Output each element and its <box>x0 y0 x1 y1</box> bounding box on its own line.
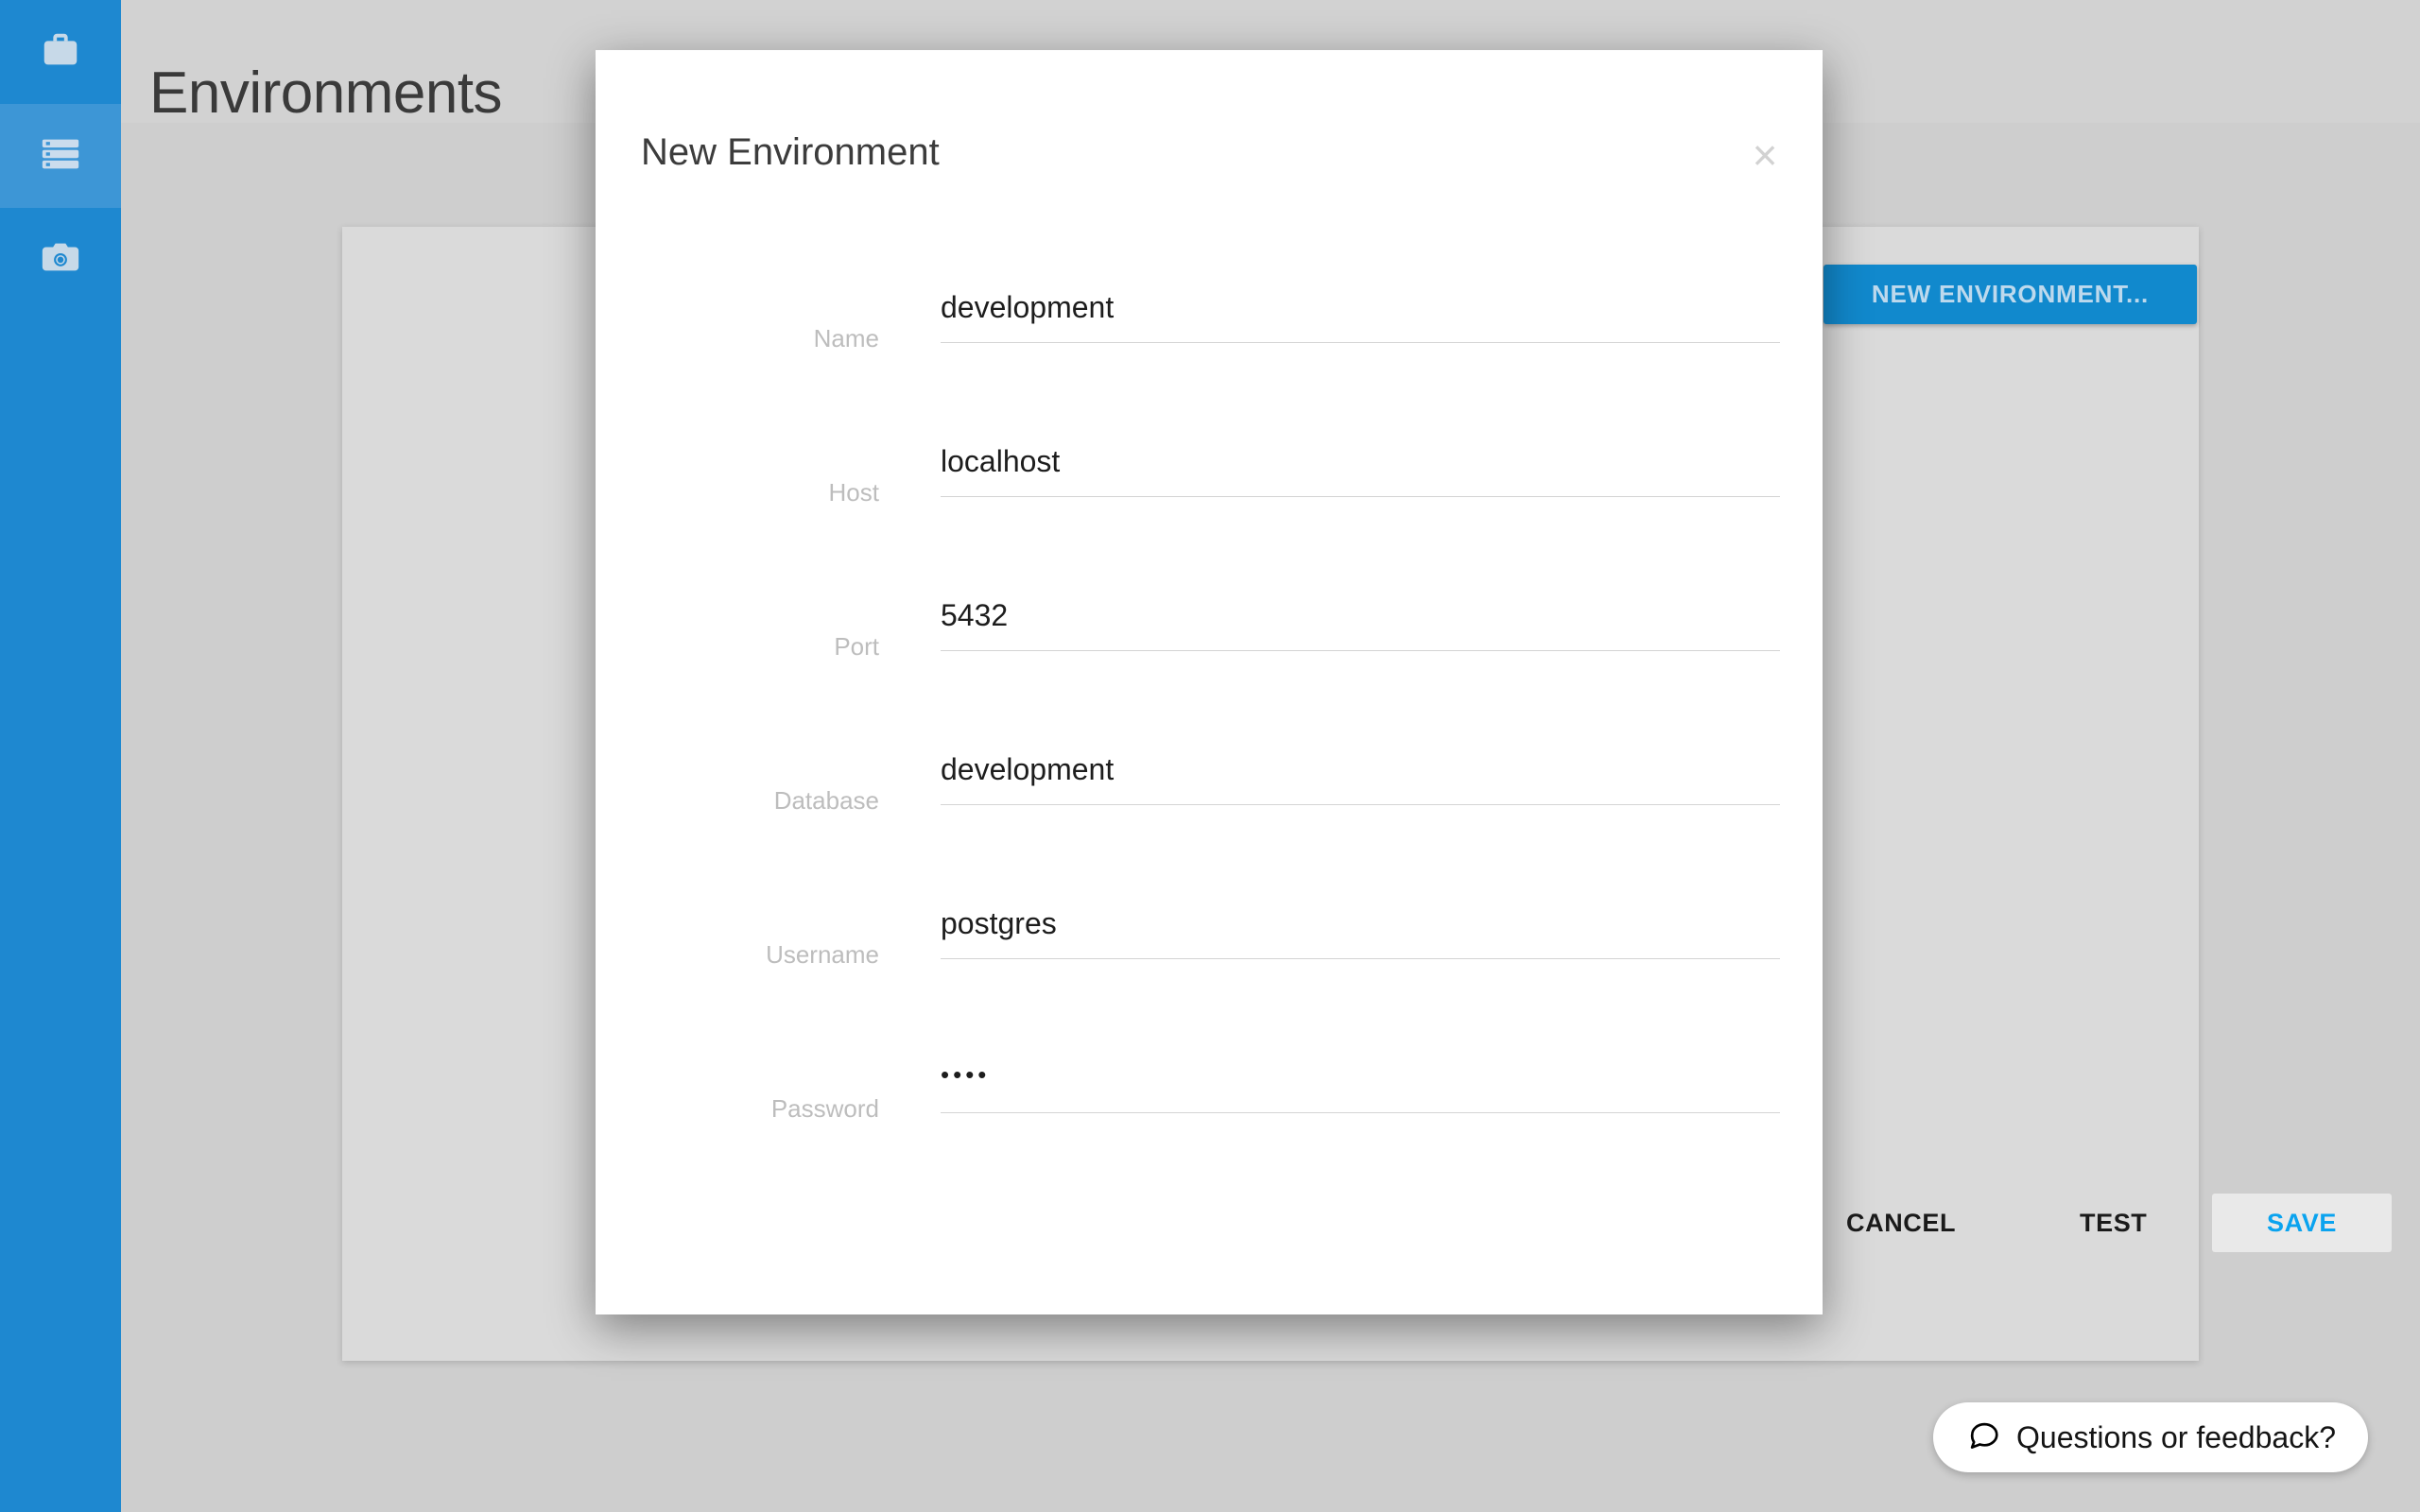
form-row-name: Name <box>596 253 1823 407</box>
field-host <box>941 438 1780 497</box>
feedback-button[interactable]: Questions or feedback? <box>1933 1402 2368 1472</box>
label-username: Username <box>766 940 879 969</box>
field-database <box>941 746 1780 805</box>
name-input[interactable] <box>941 284 1780 343</box>
sidebar <box>0 0 121 1512</box>
password-input[interactable] <box>941 1054 1780 1113</box>
save-button[interactable]: SAVE <box>2212 1194 2392 1252</box>
label-database: Database <box>773 786 879 815</box>
dialog-title: New Environment <box>641 131 940 173</box>
form-row-host: Host <box>596 407 1823 561</box>
feedback-label: Questions or feedback? <box>2016 1419 2336 1454</box>
label-password: Password <box>770 1094 879 1123</box>
field-name <box>941 284 1780 343</box>
field-password <box>941 1054 1780 1113</box>
label-name: Name <box>813 324 879 352</box>
username-input[interactable] <box>941 900 1780 959</box>
form-row-username: Username <box>596 869 1823 1023</box>
label-host: Host <box>828 478 879 507</box>
port-input[interactable] <box>941 592 1780 651</box>
database-input[interactable] <box>941 746 1780 805</box>
environment-form: Name Host Port <box>596 253 1823 1177</box>
test-button[interactable]: TEST <box>2063 1194 2164 1252</box>
cancel-button[interactable]: CANCEL <box>1829 1194 1973 1252</box>
new-environment-dialog: New Environment × Name Host Port <box>596 50 2392 1314</box>
form-row-database: Database <box>596 715 1823 869</box>
briefcase-icon <box>39 28 82 77</box>
chat-bubble-icon <box>1965 1418 2001 1458</box>
field-username <box>941 900 1780 959</box>
sidebar-item-projects[interactable] <box>0 0 121 104</box>
sidebar-item-environments[interactable] <box>0 104 121 208</box>
close-icon[interactable]: × <box>1743 133 1787 177</box>
form-row-port: Port <box>596 561 1823 715</box>
new-environment-button[interactable]: NEW ENVIRONMENT... <box>1824 265 2197 324</box>
host-input[interactable] <box>941 438 1780 497</box>
field-port <box>941 592 1780 651</box>
label-port: Port <box>834 632 879 661</box>
page-title: Environments <box>149 60 503 126</box>
camera-icon <box>39 236 82 284</box>
dialog-actions: CANCEL TEST SAVE <box>596 1144 2392 1314</box>
app-root: Environments NEW ENVIRONMENT... Question… <box>0 0 2420 1512</box>
server-icon <box>39 132 82 180</box>
sidebar-item-snapshots[interactable] <box>0 208 121 312</box>
